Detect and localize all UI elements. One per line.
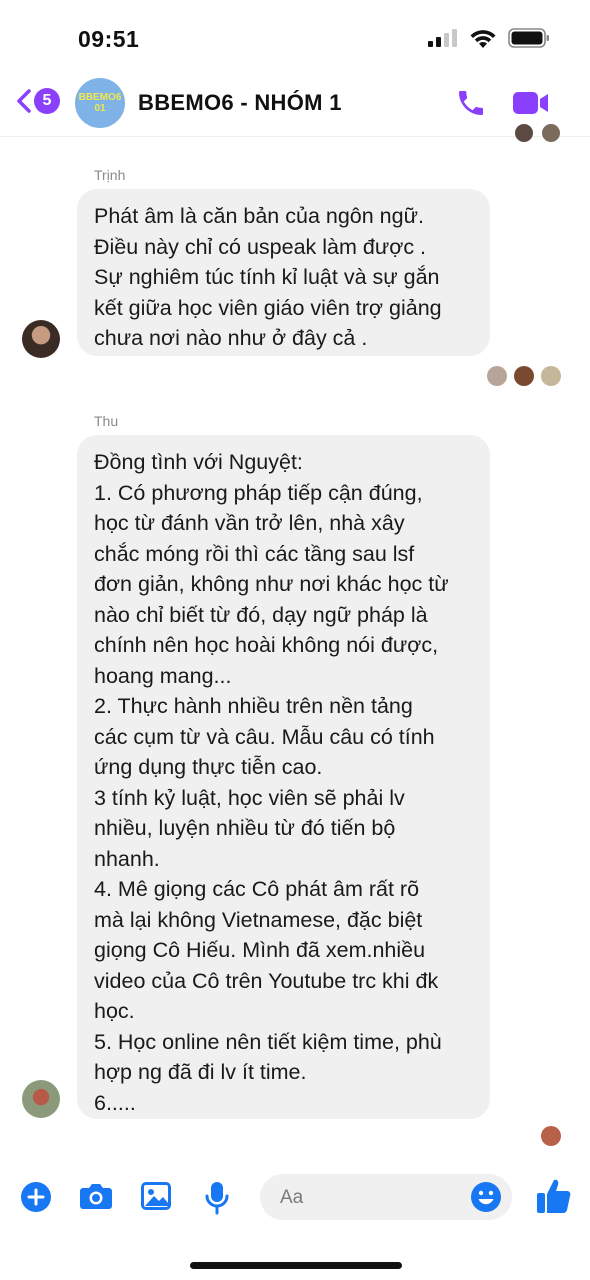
- chat-header: 5 BBEMO6 01 BBEMO6 - NHÓM 1: [0, 70, 590, 136]
- read-receipt-avatar: [541, 1126, 561, 1146]
- group-avatar-text-line1: BBEMO6: [78, 92, 122, 103]
- message-input-placeholder: Aa: [280, 1187, 304, 1208]
- read-receipt-avatar: [487, 366, 507, 386]
- phone-icon: [459, 91, 483, 115]
- message-line: Đồng tình với Nguyệt:: [94, 450, 303, 474]
- message-line: học.: [94, 999, 135, 1023]
- message-line: chưa nơi nào như ở đây cả .: [94, 326, 368, 350]
- home-indicator: [190, 1262, 402, 1269]
- read-receipt-avatar: [515, 124, 533, 142]
- message-line: học từ đánh vần trở lên, nhà xây: [94, 511, 405, 535]
- message-bubble[interactable]: Đồng tình với Nguyệt: 1. Có phương pháp …: [77, 435, 490, 1119]
- message-line: nhanh.: [94, 846, 160, 871]
- message-line: Điều này chỉ có uspeak làm được .: [94, 234, 427, 259]
- group-avatar-text-line2: 01: [94, 103, 106, 114]
- back-button[interactable]: 5: [16, 88, 60, 114]
- sender-avatar[interactable]: [22, 320, 60, 358]
- group-avatar[interactable]: BBEMO6 01: [75, 78, 125, 128]
- microphone-icon: [205, 1182, 229, 1215]
- message-line: nào chỉ biết từ đó, dạy ngữ pháp là: [94, 602, 428, 627]
- battery-icon: [508, 28, 549, 48]
- read-receipt-avatar: [542, 124, 560, 142]
- message-line: 3 tính kỷ luật, học viên sẽ phải lv: [94, 785, 405, 810]
- emoji-icon[interactable]: [470, 1181, 502, 1213]
- message-line: kết giữa học viên giáo viên trợ giảng: [94, 295, 442, 320]
- message-line: Phát âm là căn bản của ngôn ngữ.: [94, 204, 424, 228]
- message-input[interactable]: Aa: [260, 1174, 512, 1220]
- message-line: đơn giản, không như nơi khác học từ: [94, 572, 449, 596]
- chevron-left-icon: [17, 89, 31, 113]
- unread-count-badge: 5: [34, 88, 60, 114]
- sender-name: Trịnh: [94, 167, 126, 183]
- group-title[interactable]: BBEMO6 - NHÓM 1: [138, 90, 342, 116]
- video-camera-icon: [513, 92, 548, 114]
- header-divider: [0, 136, 590, 137]
- read-receipt-avatar: [541, 366, 561, 386]
- plus-circle-icon: [21, 1182, 51, 1212]
- message-line: 4. Mê giọng các Cô phát âm rất rõ: [94, 877, 420, 901]
- voice-button[interactable]: [205, 1181, 229, 1220]
- add-button[interactable]: [20, 1181, 52, 1218]
- message-line: hợp ng đã đi lv ít time.: [94, 1060, 307, 1084]
- message-line: 5. Học online nên tiết kiệm time, phù: [94, 1029, 442, 1054]
- message-line: hoang mang...: [94, 663, 232, 688]
- sender-avatar[interactable]: [22, 1080, 60, 1118]
- status-icons: [428, 28, 550, 48]
- message-composer: Aa: [0, 1168, 590, 1228]
- video-call-button[interactable]: [512, 90, 550, 121]
- message-line: 1. Có phương pháp tiếp cận đúng,: [94, 480, 423, 505]
- status-time: 09:51: [78, 26, 140, 52]
- wifi-icon: [470, 29, 496, 48]
- read-receipt-avatar: [514, 366, 534, 386]
- audio-call-button[interactable]: [455, 87, 487, 124]
- gallery-button[interactable]: [140, 1181, 172, 1216]
- message-line: nhiều, luyện nhiều từ đó tiến bộ: [94, 816, 396, 840]
- message-line: chắc móng rồi thì các tầng sau lsf: [94, 541, 415, 566]
- camera-button[interactable]: [79, 1181, 113, 1216]
- camera-icon: [80, 1184, 112, 1209]
- message-line: chính nên học hoài không nói được,: [94, 633, 439, 657]
- message-line: 2. Thực hành nhiều trên nền tảng: [94, 694, 413, 718]
- message-line: Sự nghiêm túc tính kỉ luật và sự gắn: [94, 265, 440, 289]
- message-line: video của Cô trên Youtube trc khi đk: [94, 968, 439, 993]
- sender-name: Thu: [94, 413, 119, 429]
- like-button[interactable]: [536, 1177, 572, 1220]
- message-line: mà lại không Vietnamese, đặc biệt: [94, 907, 423, 932]
- message-line: giọng Cô Hiếu. Mình đã xem.nhiều: [94, 938, 426, 962]
- image-icon: [141, 1182, 171, 1210]
- message-line: các cụm từ và câu. Mẫu câu có tính: [94, 724, 435, 749]
- message-line: 6.....: [94, 1090, 136, 1115]
- message-line: ứng dụng thực tiễn cao.: [94, 755, 323, 779]
- message-bubble[interactable]: Phát âm là căn bản của ngôn ngữ. Điều nà…: [77, 189, 490, 356]
- signal-icon: [428, 29, 457, 47]
- thumbs-up-icon: [537, 1179, 571, 1213]
